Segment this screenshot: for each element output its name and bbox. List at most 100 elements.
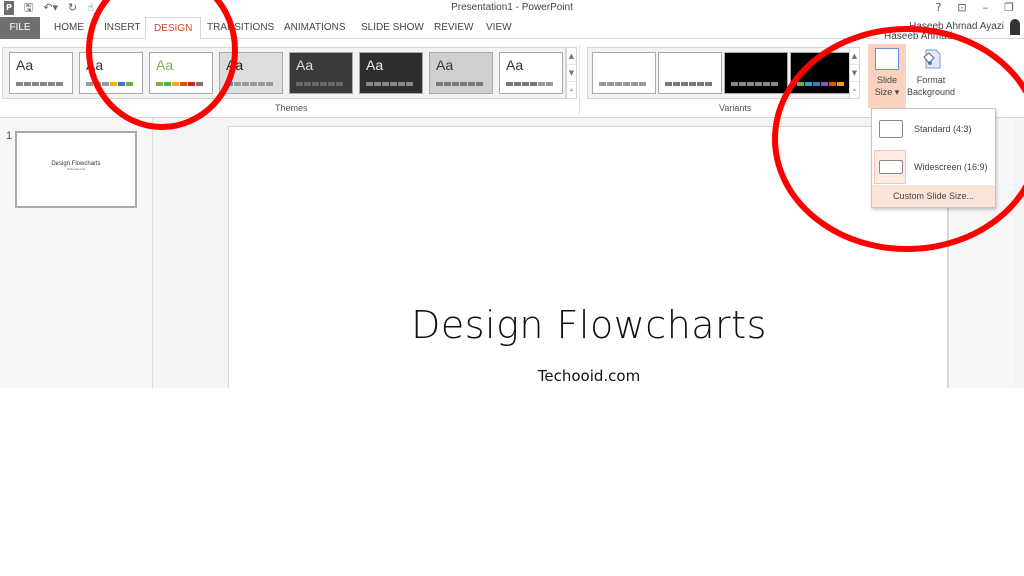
format-background-label: Format <box>916 75 946 85</box>
color-swatch <box>296 82 303 86</box>
slide-subtitle[interactable]: Techooid.com <box>229 367 949 385</box>
menu-item-standard[interactable]: Standard (4:3) <box>872 111 995 149</box>
tab-view[interactable]: VIEW <box>478 17 520 39</box>
theme-thumbnail[interactable]: Aa <box>9 52 73 94</box>
color-swatch <box>837 82 844 86</box>
color-swatch <box>94 82 101 86</box>
color-swatch <box>444 82 451 86</box>
color-swatch <box>328 82 335 86</box>
more-icon[interactable]: ⩡ <box>850 82 859 99</box>
color-swatch <box>631 82 638 86</box>
theme-thumbnail[interactable]: Aa <box>79 52 143 94</box>
color-swatch <box>56 82 63 86</box>
tab-slide-show[interactable]: SLIDE SHOW <box>353 17 432 39</box>
color-swatch <box>460 82 467 86</box>
widescreen-ratio-icon <box>879 160 903 174</box>
color-swatch <box>506 82 513 86</box>
color-swatch <box>24 82 31 86</box>
color-swatch <box>821 82 828 86</box>
variant-thumbnail[interactable] <box>724 52 788 94</box>
color-swatch <box>234 82 241 86</box>
slide-thumbnail[interactable]: Design Flowcharts Techooid.com <box>15 131 137 208</box>
color-swatch <box>731 82 738 86</box>
ribbon-tabs: FILE HOME INSERT DESIGN TRANSITIONS ANIM… <box>0 17 1024 40</box>
tab-animations[interactable]: ANIMATIONS <box>276 17 353 39</box>
tab-review[interactable]: REVIEW <box>426 17 481 39</box>
menu-item-custom-slide-size[interactable]: Custom Slide Size... <box>872 185 995 207</box>
format-background-button[interactable]: Format Background <box>905 44 957 108</box>
theme-thumbnail[interactable]: Aa <box>219 52 283 94</box>
tab-design[interactable]: DESIGN <box>145 17 202 40</box>
color-swatch <box>697 82 704 86</box>
user-avatar[interactable] <box>1010 19 1020 35</box>
variant-color-swatches <box>731 82 778 86</box>
color-swatch <box>320 82 327 86</box>
tab-file[interactable]: FILE <box>0 17 40 39</box>
color-swatch <box>681 82 688 86</box>
theme-thumbnail[interactable]: Aa <box>359 52 423 94</box>
theme-sample-text: Aa <box>366 57 384 73</box>
theme-thumbnail[interactable]: Aa <box>429 52 493 94</box>
tab-home[interactable]: HOME <box>46 17 92 39</box>
more-icon[interactable]: ⩡ <box>567 82 576 99</box>
ribbon-display-icon[interactable]: ⊡ <box>957 1 966 14</box>
color-swatch <box>156 82 163 86</box>
slide-size-button[interactable]: Slide Size ▾ <box>868 44 906 108</box>
color-swatch <box>126 82 133 86</box>
variants-gallery-scroll: ▲ ▼ ⩡ <box>849 47 860 99</box>
ribbon: Aa Aa Aa Aa Aa Aa Aa Aa ▲ ▼ ⩡ Themes ▲ ▼ ⩡ Vari… <box>0 40 1024 118</box>
color-swatch <box>180 82 187 86</box>
theme-color-swatches <box>296 82 343 86</box>
color-swatch <box>829 82 836 86</box>
scroll-up-icon[interactable]: ▲ <box>567 48 576 65</box>
color-swatch <box>673 82 680 86</box>
themes-group: Aa Aa Aa Aa Aa Aa Aa Aa ▲ ▼ ⩡ Themes <box>0 45 580 115</box>
variant-thumbnail[interactable] <box>592 52 656 94</box>
theme-thumbnail[interactable]: Aa <box>149 52 213 94</box>
standard-ratio-icon <box>879 120 903 138</box>
color-swatch <box>623 82 630 86</box>
menu-item-label: Standard (4:3) <box>914 124 972 134</box>
color-swatch <box>110 82 117 86</box>
theme-color-swatches <box>226 82 273 86</box>
variant-color-swatches <box>797 82 844 86</box>
theme-thumbnail[interactable]: Aa <box>289 52 353 94</box>
theme-thumbnail[interactable]: Aa <box>499 52 563 94</box>
restore-icon[interactable]: ❐ <box>1004 1 1014 14</box>
scroll-down-icon[interactable]: ▼ <box>850 65 859 82</box>
scroll-up-icon[interactable]: ▲ <box>850 48 859 65</box>
color-swatch <box>739 82 746 86</box>
color-swatch <box>374 82 381 86</box>
color-swatch <box>242 82 249 86</box>
color-swatch <box>250 82 257 86</box>
color-swatch <box>546 82 553 86</box>
color-swatch <box>771 82 778 86</box>
help-icon[interactable]: ? <box>936 1 942 14</box>
color-swatch <box>530 82 537 86</box>
slide-title[interactable]: Design Flowcharts <box>229 303 949 347</box>
color-swatch <box>763 82 770 86</box>
tab-insert[interactable]: INSERT <box>96 17 149 39</box>
variant-color-swatches <box>665 82 712 86</box>
variant-thumbnail[interactable] <box>658 52 722 94</box>
variant-thumbnail[interactable] <box>790 52 854 94</box>
scroll-down-icon[interactable]: ▼ <box>567 65 576 82</box>
menu-item-widescreen[interactable]: Widescreen (16:9) <box>872 149 995 187</box>
color-swatch <box>16 82 23 86</box>
slide-size-icon <box>875 48 899 70</box>
color-swatch <box>32 82 39 86</box>
thumbnail-subtitle: Techooid.com <box>66 167 86 171</box>
theme-sample-text: Aa <box>86 57 104 73</box>
slide-number: 1 <box>6 130 13 142</box>
color-swatch <box>172 82 179 86</box>
tab-transitions[interactable]: TRANSITIONS <box>199 17 282 39</box>
color-swatch <box>258 82 265 86</box>
color-swatch <box>48 82 55 86</box>
slide-size-label-2: Size ▾ <box>874 87 900 97</box>
variant-color-swatches <box>599 82 646 86</box>
theme-color-swatches <box>156 82 203 86</box>
format-background-label-2: Background <box>906 87 956 97</box>
slide-canvas[interactable]: Design Flowcharts Techooid.com <box>228 126 948 388</box>
minimize-icon[interactable]: – <box>983 1 989 14</box>
variants-gallery <box>587 47 854 99</box>
